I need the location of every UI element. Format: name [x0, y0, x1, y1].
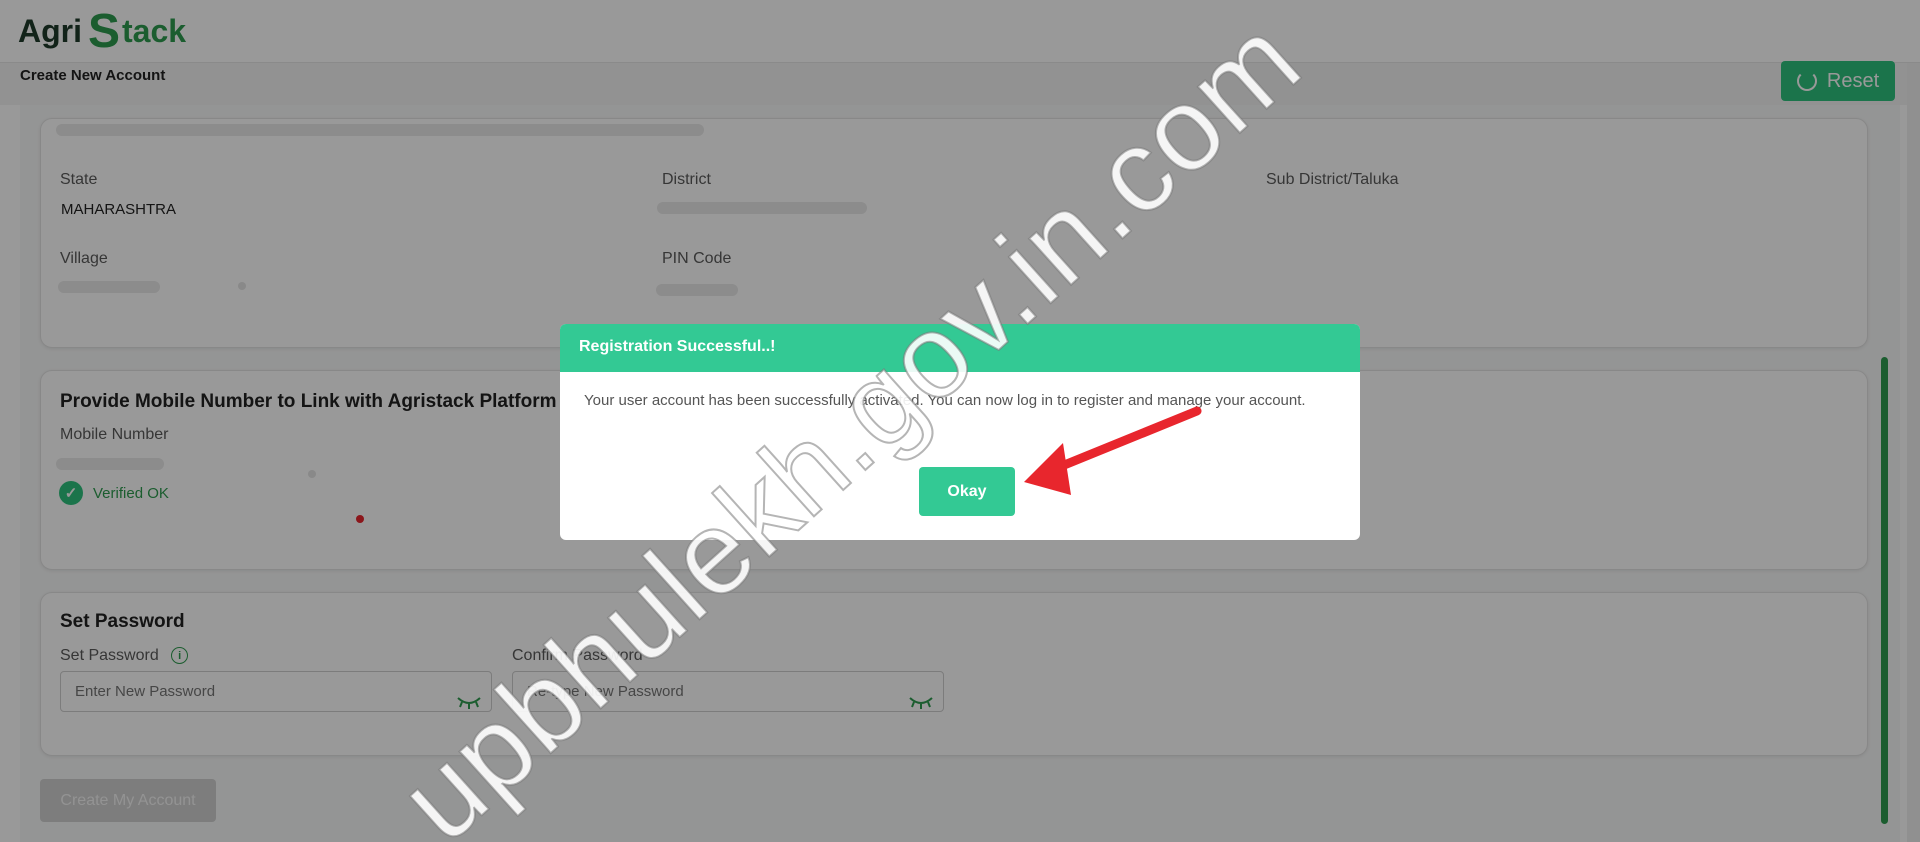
dialog-message: Your user account has been successfully … — [584, 392, 1306, 409]
okay-button[interactable]: Okay — [919, 467, 1015, 516]
registration-success-dialog: Registration Successful..! Your user acc… — [560, 324, 1360, 540]
dialog-title: Registration Successful..! — [560, 324, 1360, 372]
